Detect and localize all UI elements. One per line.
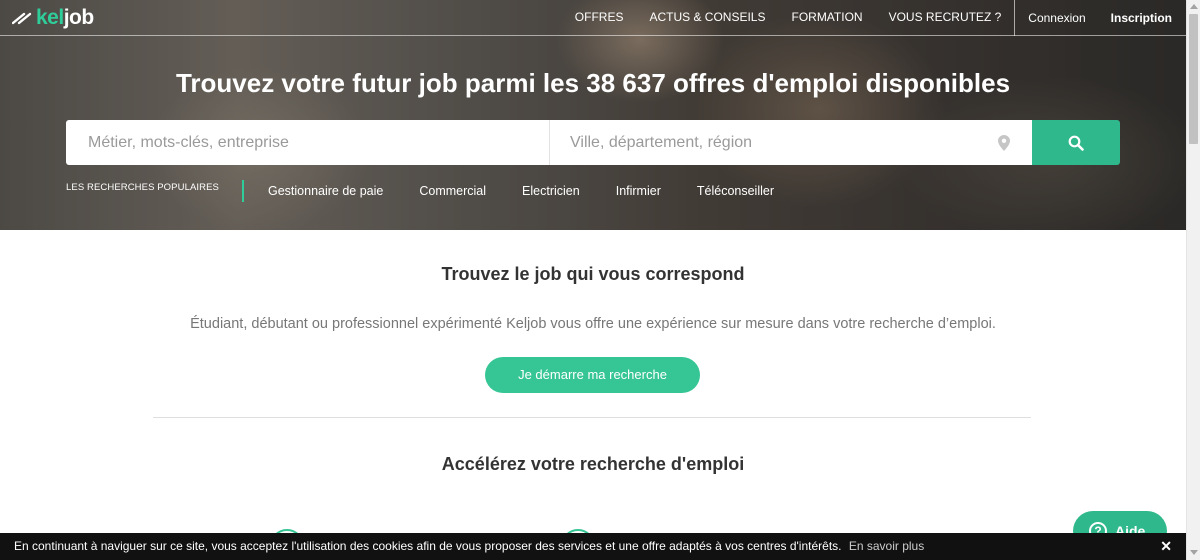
nav-item-actus-conseils[interactable]: ACTUS & CONSEILS [636, 0, 778, 36]
popular-link-commercial[interactable]: Commercial [419, 184, 486, 198]
search-icon [1068, 135, 1084, 151]
scroll-down-arrow-icon[interactable] [1190, 550, 1198, 555]
logo-text-kel: kel [36, 6, 64, 29]
signup-link[interactable]: Inscription [1099, 1, 1186, 35]
scroll-up-arrow-icon[interactable] [1190, 4, 1198, 9]
logo-swoosh-icon [12, 12, 32, 25]
page: kel job OFFRES ACTUS & CONSEILS FORMATION… [0, 0, 1200, 560]
cookie-banner: En continuant à naviguer sur ce site, vo… [0, 533, 1186, 560]
cookie-text: En continuant à naviguer sur ce site, vo… [14, 539, 842, 553]
keljob-logo[interactable]: kel job [12, 6, 94, 30]
nav-item-formation[interactable]: FORMATION [778, 0, 875, 36]
popular-link-electricien[interactable]: Electricien [522, 184, 580, 198]
popular-searches-divider [242, 180, 244, 202]
popular-link-gestionnaire-de-paie[interactable]: Gestionnaire de paie [268, 184, 383, 198]
logo-text-job: job [63, 6, 95, 29]
popular-link-teleconseiller[interactable]: Téléconseiller [697, 184, 774, 198]
map-pin-icon [998, 135, 1010, 151]
search-form [66, 120, 1120, 165]
top-navigation: kel job OFFRES ACTUS & CONSEILS FORMATION… [0, 0, 1186, 36]
vertical-scrollbar[interactable] [1186, 0, 1200, 560]
popular-link-infirmier[interactable]: Infirmier [616, 184, 661, 198]
keyword-search-input[interactable] [66, 120, 550, 165]
popular-searches-label: LES RECHERCHES POPULAIRES [66, 181, 219, 193]
section-title-accelerate: Accélérez votre recherche d'emploi [441, 454, 745, 474]
section-title-job-match: Trouvez le job qui vous correspond [441, 264, 745, 284]
section-divider [153, 417, 1031, 418]
popular-searches: LES RECHERCHES POPULAIRES Gestionnaire d… [66, 180, 810, 202]
nav-menu: OFFRES ACTUS & CONSEILS FORMATION VOUS R… [562, 0, 1186, 36]
offer-count: 38 637 offres d'emploi [586, 68, 859, 98]
cookie-learn-more-link[interactable]: En savoir plus [849, 539, 924, 553]
start-search-button[interactable]: Je démarre ma recherche [485, 357, 700, 393]
nav-item-vous-recrutez[interactable]: VOUS RECRUTEZ ? [876, 0, 1015, 36]
section-description: Étudiant, débutant ou professionnel expé… [190, 316, 996, 332]
location-search-input[interactable] [550, 120, 1032, 165]
scrollbar-thumb[interactable] [1189, 14, 1198, 144]
hero-title: Trouvez votre futur job parmi les 38 637… [0, 68, 1186, 99]
location-field [550, 120, 1032, 165]
login-link[interactable]: Connexion [1015, 1, 1098, 35]
nav-item-offres[interactable]: OFFRES [562, 0, 637, 36]
search-button[interactable] [1032, 120, 1120, 165]
hero-title-before: Trouvez votre futur job parmi les [175, 68, 580, 98]
hero-title-after: disponibles [865, 68, 1011, 98]
cookie-close-icon[interactable]: ✕ [1160, 533, 1172, 560]
